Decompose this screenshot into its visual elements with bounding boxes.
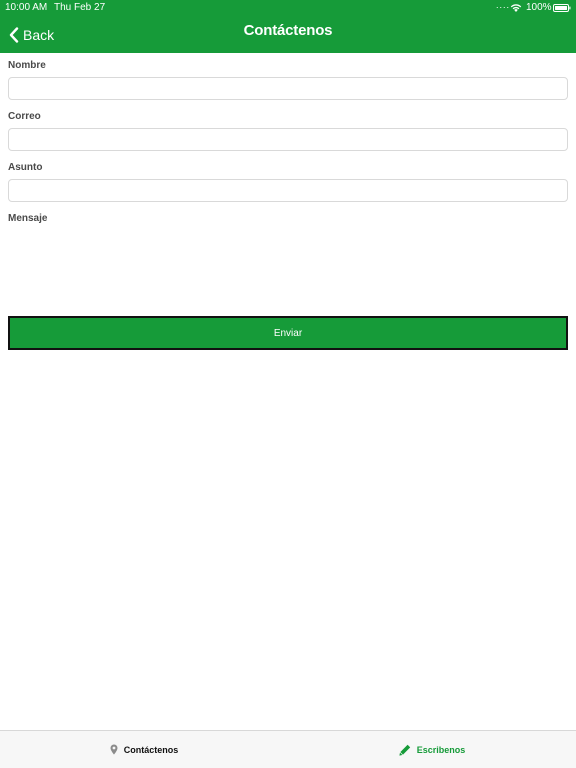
battery-icon bbox=[553, 4, 571, 12]
app-header: 10:00 AM Thu Feb 27 .... 100% Back Contá… bbox=[0, 0, 576, 53]
tab-contact[interactable]: Contáctenos bbox=[0, 731, 288, 768]
message-label: Mensaje bbox=[8, 213, 48, 224]
status-date: Thu Feb 27 bbox=[54, 2, 106, 13]
status-bar: 10:00 AM Thu Feb 27 .... 100% bbox=[0, 0, 576, 16]
page-title: Contáctenos bbox=[243, 22, 333, 39]
tab-write-label: Escribenos bbox=[416, 744, 466, 755]
email-field-group: Correo bbox=[8, 111, 568, 162]
email-label: Correo bbox=[8, 111, 41, 122]
tab-write[interactable]: Escribenos bbox=[288, 731, 576, 768]
subject-label: Asunto bbox=[8, 162, 43, 173]
location-pin-icon bbox=[110, 744, 118, 755]
signal-indicator: .... bbox=[496, 0, 511, 10]
contact-form: Nombre Correo Asunto Mensaje bbox=[8, 60, 568, 313]
battery-percent: 100% bbox=[526, 2, 552, 13]
pencil-icon bbox=[399, 744, 410, 756]
name-input[interactable] bbox=[8, 77, 568, 100]
send-button[interactable]: Enviar bbox=[8, 316, 568, 350]
tab-bar: Contáctenos Escribenos bbox=[0, 730, 576, 768]
email-input[interactable] bbox=[8, 128, 568, 151]
name-label: Nombre bbox=[8, 60, 46, 71]
subject-input[interactable] bbox=[8, 179, 568, 202]
name-field-group: Nombre bbox=[8, 60, 568, 111]
tab-contact-label: Contáctenos bbox=[123, 744, 179, 755]
wifi-icon bbox=[510, 4, 522, 12]
status-time: 10:00 AM bbox=[5, 2, 48, 13]
message-textarea[interactable] bbox=[8, 229, 568, 313]
message-field-group: Mensaje bbox=[8, 213, 568, 313]
subject-field-group: Asunto bbox=[8, 162, 568, 213]
